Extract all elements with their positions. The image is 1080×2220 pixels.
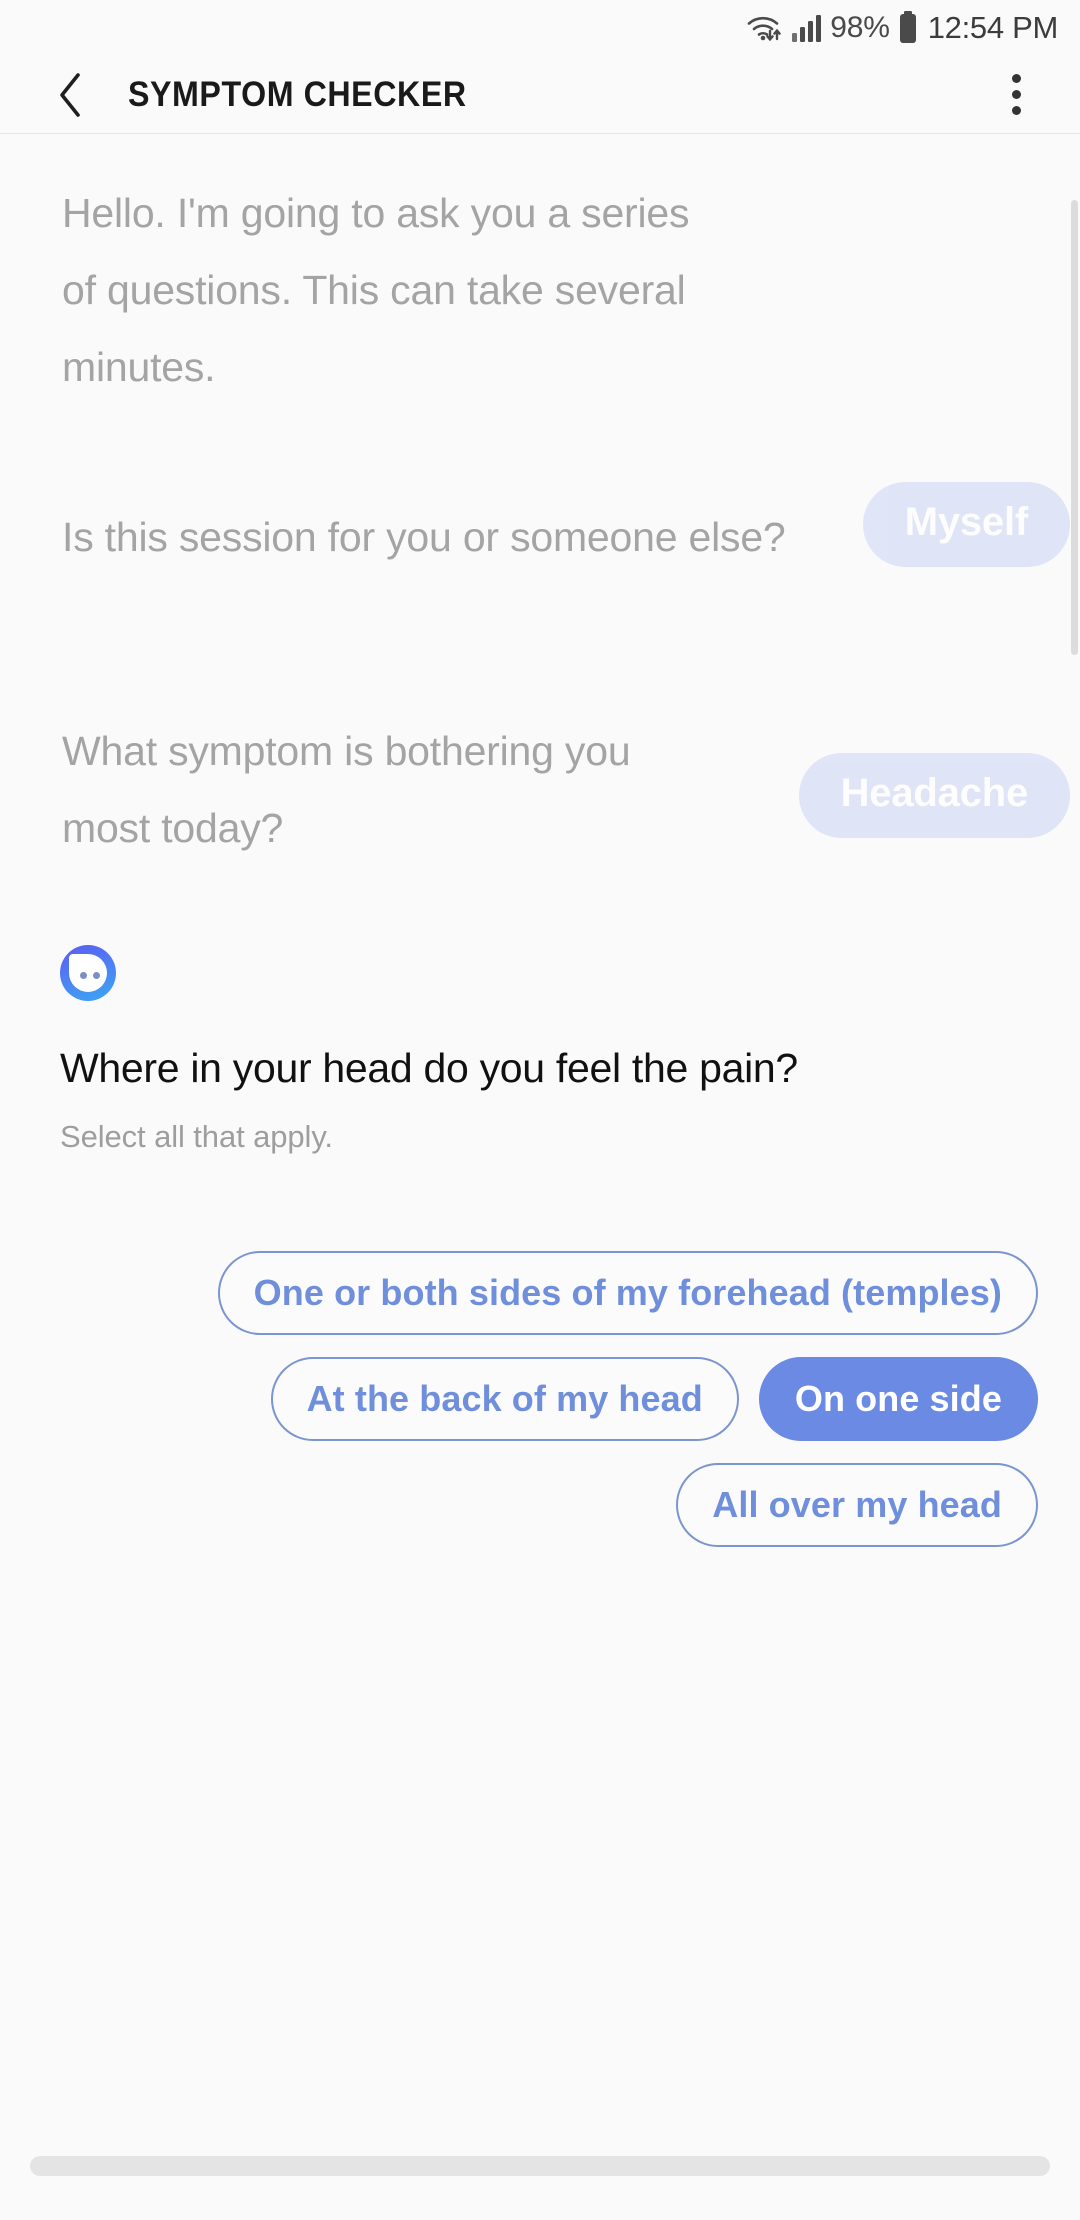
user-message-bubble[interactable]: Headache bbox=[798, 753, 1070, 838]
app-bar: SYMPTOM CHECKER bbox=[0, 56, 1080, 134]
horizontal-scrollbar[interactable] bbox=[30, 2156, 1050, 2176]
avatar-face-shape bbox=[69, 954, 107, 992]
question-title: Where in your head do you feel the pain? bbox=[60, 1045, 798, 1091]
vertical-scrollbar[interactable] bbox=[1071, 200, 1078, 655]
answer-chip-back-of-head[interactable]: At the back of my head bbox=[270, 1357, 739, 1441]
phone-screen: 98% 12:54 PM SYMPTOM CHECKER Hello. I'm … bbox=[0, 0, 1080, 2220]
answer-chip-on-one-side[interactable]: On one side bbox=[758, 1357, 1038, 1441]
upload-download-arrows-icon bbox=[766, 28, 782, 42]
more-vertical-icon bbox=[1011, 90, 1021, 99]
bot-message: Hello. I'm going to ask you a series of … bbox=[62, 190, 690, 390]
battery-percent-label: 98% bbox=[830, 11, 890, 44]
more-vertical-icon bbox=[1011, 106, 1021, 115]
chat-bot-avatar-icon bbox=[60, 945, 116, 1001]
conversation-scroll-area[interactable]: Hello. I'm going to ask you a series of … bbox=[0, 135, 1080, 2145]
cellular-signal-icon bbox=[792, 15, 822, 42]
user-message-row: Headache bbox=[0, 753, 1080, 838]
status-bar-clock: 12:54 PM bbox=[927, 10, 1059, 45]
more-options-button[interactable] bbox=[990, 56, 1042, 134]
avatar-eye-icon bbox=[79, 971, 87, 979]
chevron-left-icon bbox=[60, 72, 80, 117]
page-title: SYMPTOM CHECKER bbox=[128, 74, 467, 114]
answer-options-list: One or both sides of my forehead (temple… bbox=[0, 1251, 1080, 1547]
answer-chip-all-over-my-head[interactable]: All over my head bbox=[676, 1463, 1038, 1547]
question-subtitle: Select all that apply. bbox=[60, 1119, 333, 1154]
more-vertical-icon bbox=[1011, 74, 1021, 83]
avatar-eye-icon bbox=[92, 971, 100, 979]
wifi-icon bbox=[747, 16, 782, 42]
status-icons: 98% 12:54 PM bbox=[746, 10, 1058, 46]
answer-chip-temples[interactable]: One or both sides of my forehead (temple… bbox=[217, 1251, 1038, 1335]
battery-full-icon bbox=[899, 11, 916, 43]
active-question-block: Where in your head do you feel the pain?… bbox=[0, 945, 1080, 1547]
status-bar: 98% 12:54 PM bbox=[0, 0, 1080, 56]
back-button[interactable] bbox=[40, 56, 102, 134]
user-message-row: Myself bbox=[0, 482, 1080, 567]
user-message-bubble[interactable]: Myself bbox=[862, 482, 1070, 567]
